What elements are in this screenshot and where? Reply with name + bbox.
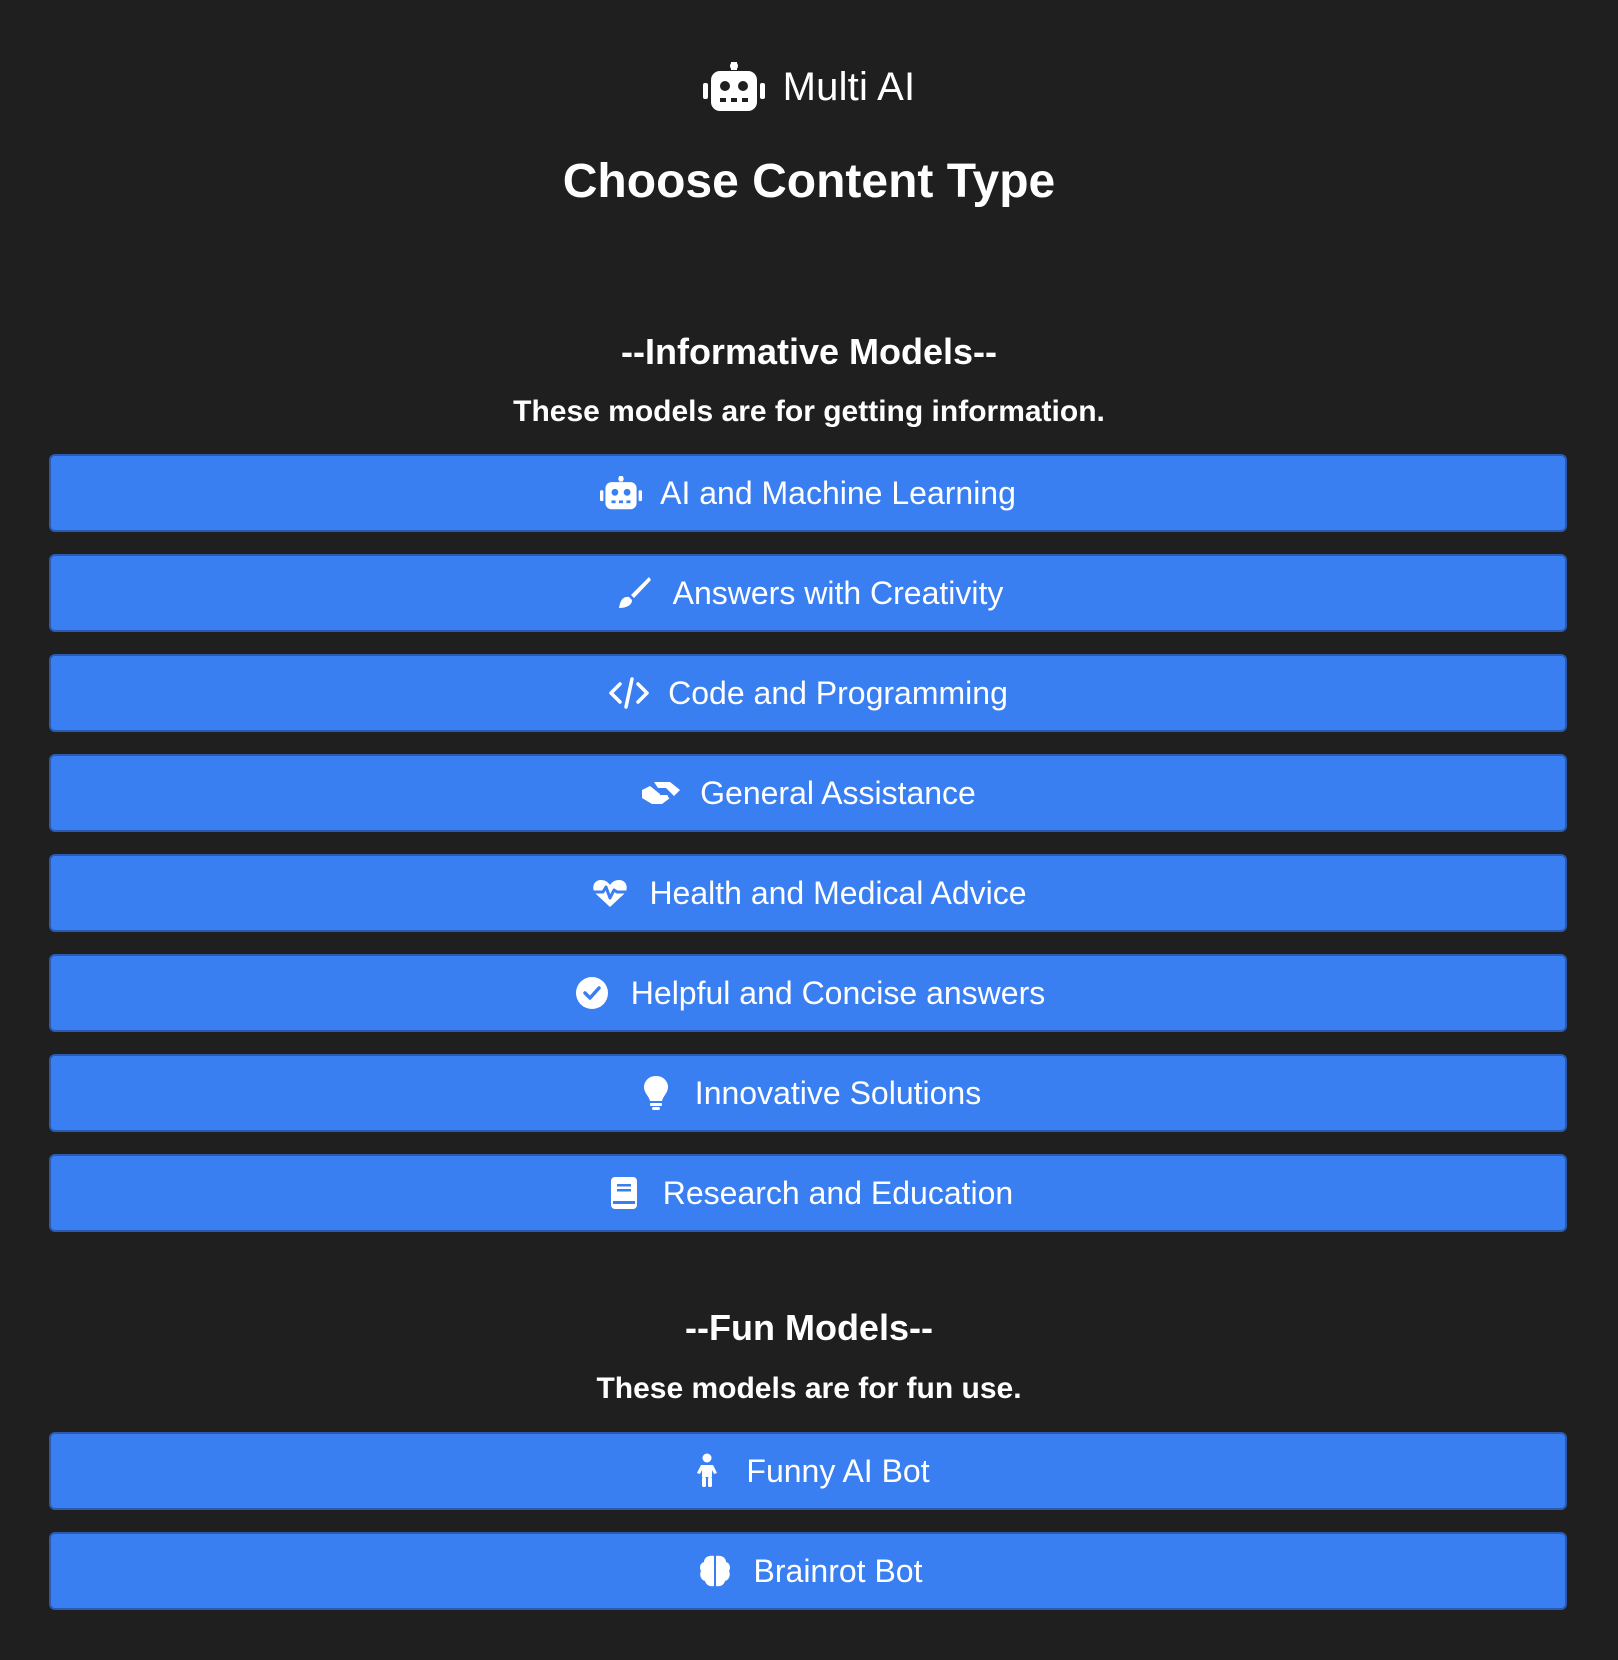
answers-creativity-button[interactable]: Answers with Creativity [49, 554, 1567, 632]
funny-ai-bot-button[interactable]: Funny AI Bot [49, 1432, 1567, 1510]
section-description-fun: These models are for fun use. [596, 1372, 1022, 1405]
robot-icon [600, 473, 643, 513]
button-label: Brainrot Bot [753, 1552, 923, 1589]
health-medical-button[interactable]: Health and Medical Advice [49, 854, 1567, 932]
ai-machine-learning-button[interactable]: AI and Machine Learning [49, 454, 1567, 532]
brand-name: Multi AI [782, 64, 916, 109]
paintbrush-icon [613, 573, 655, 613]
fun-model-list: Funny AI Bot Brainrot Bot [49, 1432, 1567, 1632]
code-programming-button[interactable]: Code and Programming [49, 654, 1567, 732]
page-title: Choose Content Type [562, 155, 1056, 208]
button-label: Innovative Solutions [694, 1074, 982, 1111]
heart-pulse-icon [589, 873, 631, 913]
button-label: AI and Machine Learning [660, 474, 1016, 511]
child-icon [686, 1451, 728, 1491]
robot-icon [702, 62, 765, 112]
check-circle-icon [571, 973, 613, 1013]
brain-icon [694, 1551, 736, 1591]
section-title-informative: --Informative Models-- [620, 331, 997, 372]
button-label: Helpful and Concise answers [630, 974, 1046, 1011]
button-label: Code and Programming [668, 674, 1008, 711]
helpful-concise-button[interactable]: Helpful and Concise answers [49, 954, 1567, 1032]
general-assistance-button[interactable]: General Assistance [49, 754, 1567, 832]
informative-model-list: AI and Machine Learning Answers with Cre… [49, 454, 1567, 1254]
lightbulb-icon [635, 1073, 677, 1113]
button-label: Health and Medical Advice [649, 874, 1027, 911]
section-description-informative: These models are for getting information… [513, 395, 1105, 428]
button-label: General Assistance [700, 774, 976, 811]
research-education-button[interactable]: Research and Education [49, 1154, 1567, 1232]
section-title-fun: --Fun Models-- [685, 1307, 933, 1348]
code-icon [608, 673, 650, 713]
brainrot-bot-button[interactable]: Brainrot Bot [49, 1532, 1567, 1610]
button-label: Answers with Creativity [672, 574, 1004, 611]
button-label: Research and Education [662, 1174, 1014, 1211]
handshake-icon [640, 773, 682, 813]
book-icon [603, 1173, 645, 1213]
button-label: Funny AI Bot [746, 1452, 930, 1489]
innovative-solutions-button[interactable]: Innovative Solutions [49, 1054, 1567, 1132]
app-header: Multi AI [0, 62, 1618, 112]
